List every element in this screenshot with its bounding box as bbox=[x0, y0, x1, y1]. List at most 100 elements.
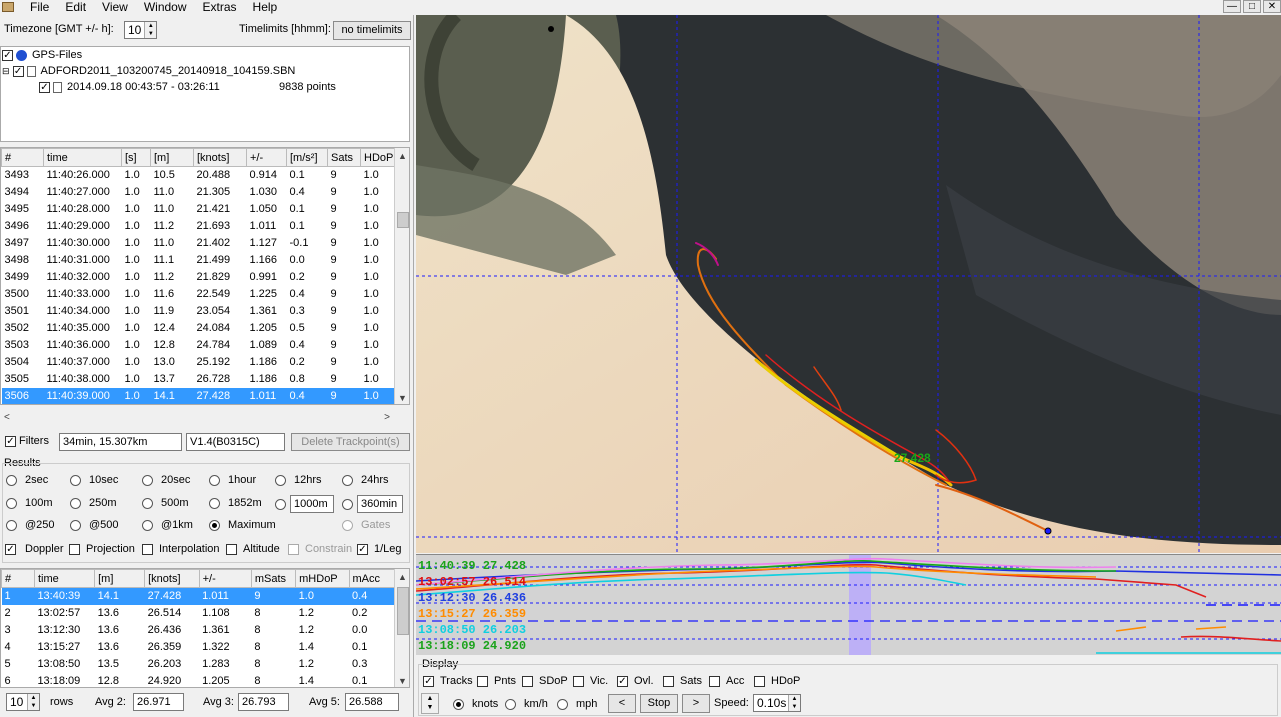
results-vscrollbar[interactable]: ▲ ▼ bbox=[394, 569, 409, 687]
column-header[interactable]: time bbox=[33, 569, 96, 588]
option-interpolation[interactable]: Interpolation bbox=[142, 543, 220, 555]
radio-10sec[interactable] bbox=[70, 474, 81, 486]
option-acc[interactable]: Acc bbox=[709, 675, 744, 687]
radio-12hrs[interactable] bbox=[275, 474, 286, 486]
radio-24hrs[interactable] bbox=[342, 474, 353, 486]
scroll-up-icon[interactable]: ▲ bbox=[427, 694, 434, 703]
altitude-checkbox[interactable] bbox=[226, 543, 237, 555]
column-header[interactable]: HDoP bbox=[360, 148, 396, 167]
column-header[interactable]: [m] bbox=[94, 569, 146, 588]
projection-checkbox[interactable] bbox=[69, 543, 80, 555]
result-at500[interactable]: @500 bbox=[70, 519, 119, 531]
column-header[interactable]: [knots] bbox=[144, 569, 200, 588]
table-row[interactable]: 3499 11:40:32.000 1.0 11.2 21.829 0.991 0.2 9 1.… bbox=[2, 269, 396, 286]
checkbox-track[interactable]: ✓ bbox=[39, 81, 50, 93]
table-row[interactable]: 3505 11:40:38.000 1.0 13.7 26.728 1.186 0.8 9 1.… bbox=[2, 371, 396, 388]
table-row[interactable]: 3498 11:40:31.000 1.0 11.1 21.499 1.166 0.0 9 1.… bbox=[2, 252, 396, 269]
table-row[interactable]: 3493 11:40:26.000 1.0 10.5 20.488 0.914 0.1 9 1.… bbox=[2, 167, 396, 184]
scroll-up-icon[interactable]: ▲ bbox=[395, 148, 409, 164]
scroll-thumb[interactable] bbox=[397, 212, 409, 228]
option-projection[interactable]: Projection bbox=[69, 543, 135, 555]
timezone-spinner[interactable]: 10 ▲ ▼ bbox=[124, 21, 158, 39]
column-header[interactable]: mSats bbox=[250, 569, 297, 588]
option-tracks[interactable]: ✓ Tracks bbox=[423, 675, 473, 687]
custom-time-field[interactable]: 360min bbox=[357, 495, 403, 513]
filters-checkbox[interactable]: ✓ bbox=[5, 435, 16, 447]
table-row[interactable]: 3506 11:40:39.000 1.0 14.1 27.428 1.011 0.4 9 1.… bbox=[1, 387, 396, 404]
result-row[interactable]: 5 13:08:50 13.5 26.203 1.283 8 1.2 0.3 bbox=[2, 656, 395, 673]
result-20sec[interactable]: 20sec bbox=[142, 474, 190, 486]
pnts-checkbox[interactable] bbox=[477, 675, 488, 687]
scroll-up-icon[interactable]: ▲ bbox=[395, 569, 409, 585]
result-row[interactable]: 4 13:15:27 13.6 26.359 1.322 8 1.4 0.1 bbox=[2, 639, 395, 656]
checkbox-root[interactable]: ✓ bbox=[2, 49, 13, 61]
constrain-checkbox[interactable] bbox=[288, 543, 299, 555]
table-row[interactable]: 3494 11:40:27.000 1.0 11.0 21.305 1.030 0.4 9 1.… bbox=[2, 184, 396, 201]
option-ovl[interactable]: ✓ Ovl. bbox=[617, 675, 654, 687]
radio-gates[interactable] bbox=[342, 519, 353, 531]
scroll-down-icon[interactable]: ▼ bbox=[427, 703, 434, 712]
spin-down-icon[interactable]: ▼ bbox=[145, 30, 156, 38]
tree-root[interactable]: ✓ GPS-Files bbox=[2, 47, 82, 63]
ovl-checkbox[interactable]: ✓ bbox=[617, 675, 628, 687]
option-hdop[interactable]: HDoP bbox=[754, 675, 800, 687]
option-pnts[interactable]: Pnts bbox=[477, 675, 516, 687]
spin-up-icon[interactable]: ▲ bbox=[28, 694, 39, 702]
menu-edit[interactable]: Edit bbox=[57, 1, 94, 13]
column-header[interactable]: [m/s²] bbox=[286, 148, 328, 167]
table-row[interactable]: 3500 11:40:33.000 1.0 11.6 22.549 1.225 0.4 9 1.… bbox=[2, 286, 396, 303]
display-scroll[interactable]: ▲ ▼ bbox=[421, 693, 439, 714]
column-header[interactable]: [knots] bbox=[193, 148, 247, 167]
points-hscrollbar[interactable]: < > bbox=[0, 409, 394, 425]
result-at1km[interactable]: @1km bbox=[142, 519, 193, 531]
table-row[interactable]: 3496 11:40:29.000 1.0 11.2 21.693 1.011 0.1 9 1.… bbox=[2, 218, 396, 235]
scroll-right-icon[interactable]: > bbox=[384, 412, 390, 423]
column-header[interactable]: [m] bbox=[150, 148, 194, 167]
sats-checkbox[interactable] bbox=[663, 675, 674, 687]
timelimits-button[interactable]: no timelimits bbox=[333, 21, 411, 40]
radio-1hour[interactable] bbox=[209, 474, 220, 486]
table-row[interactable]: 3501 11:40:34.000 1.0 11.9 23.054 1.361 0.3 9 1.… bbox=[2, 303, 396, 320]
points-vscrollbar[interactable]: ▲ ▼ bbox=[394, 148, 409, 404]
column-header[interactable]: time bbox=[43, 148, 122, 167]
result-at250[interactable]: @250 bbox=[6, 519, 55, 531]
table-row[interactable]: 3495 11:40:28.000 1.0 11.0 21.421 1.050 0.1 9 1.… bbox=[2, 201, 396, 218]
column-header[interactable]: +/- bbox=[246, 148, 287, 167]
delete-trackpoints-button[interactable]: Delete Trackpoint(s) bbox=[291, 433, 410, 451]
result-row[interactable]: 2 13:02:57 13.6 26.514 1.108 8 1.2 0.2 bbox=[2, 605, 395, 622]
acc-checkbox[interactable] bbox=[709, 675, 720, 687]
scroll-down-icon[interactable]: ▼ bbox=[395, 673, 409, 687]
table-row[interactable]: 3503 11:40:36.000 1.0 12.8 24.784 1.089 0.4 9 1.… bbox=[2, 337, 396, 354]
speed-timeline[interactable]: 11:40:39 27.428 13:02:57 26.514 13:12:30 2… bbox=[416, 554, 1281, 655]
radio-at1km[interactable] bbox=[142, 519, 153, 531]
result-500m[interactable]: 500m bbox=[142, 497, 189, 509]
unit-kmh[interactable]: km/h bbox=[505, 698, 548, 710]
unit-mph[interactable]: mph bbox=[557, 698, 597, 710]
1leg-checkbox[interactable]: ✓ bbox=[357, 543, 368, 555]
result-row[interactable]: 3 13:12:30 13.6 26.436 1.361 8 1.2 0.0 bbox=[2, 622, 395, 639]
sdop-checkbox[interactable] bbox=[522, 675, 533, 687]
filters-option[interactable]: ✓ Filters bbox=[5, 435, 49, 447]
result-2sec[interactable]: 2sec bbox=[6, 474, 48, 486]
result-250m[interactable]: 250m bbox=[70, 497, 117, 509]
result-row[interactable]: 6 13:18:09 12.8 24.920 1.205 8 1.4 0.1 bbox=[2, 673, 395, 687]
column-header[interactable]: # bbox=[1, 569, 35, 588]
table-row[interactable]: 3504 11:40:37.000 1.0 13.0 25.192 1.186 0.2 9 1.… bbox=[2, 354, 396, 371]
close-button[interactable]: ✕ bbox=[1263, 0, 1281, 13]
option-altitude[interactable]: Altitude bbox=[226, 543, 280, 555]
menu-window[interactable]: Window bbox=[136, 1, 195, 13]
result-1hour[interactable]: 1hour bbox=[209, 474, 256, 486]
radio-500m[interactable] bbox=[142, 497, 153, 509]
column-header[interactable]: [s] bbox=[121, 148, 151, 167]
hdop-checkbox[interactable] bbox=[754, 675, 765, 687]
option-doppler[interactable]: ✓ Doppler bbox=[5, 543, 64, 555]
table-row[interactable]: 3497 11:40:30.000 1.0 11.0 21.402 1.127 -0.1 9 1… bbox=[2, 235, 396, 252]
scroll-left-icon[interactable]: < bbox=[4, 412, 10, 423]
radio-mph[interactable] bbox=[557, 698, 568, 710]
result-24hrs[interactable]: 24hrs bbox=[342, 474, 389, 486]
tracks-checkbox[interactable]: ✓ bbox=[423, 675, 434, 687]
result-1852m[interactable]: 1852m bbox=[209, 497, 262, 509]
checkbox-file[interactable]: ✓ bbox=[12, 65, 24, 77]
column-header[interactable]: mAcc bbox=[348, 569, 396, 588]
spin-up-icon[interactable]: ▲ bbox=[789, 695, 800, 703]
